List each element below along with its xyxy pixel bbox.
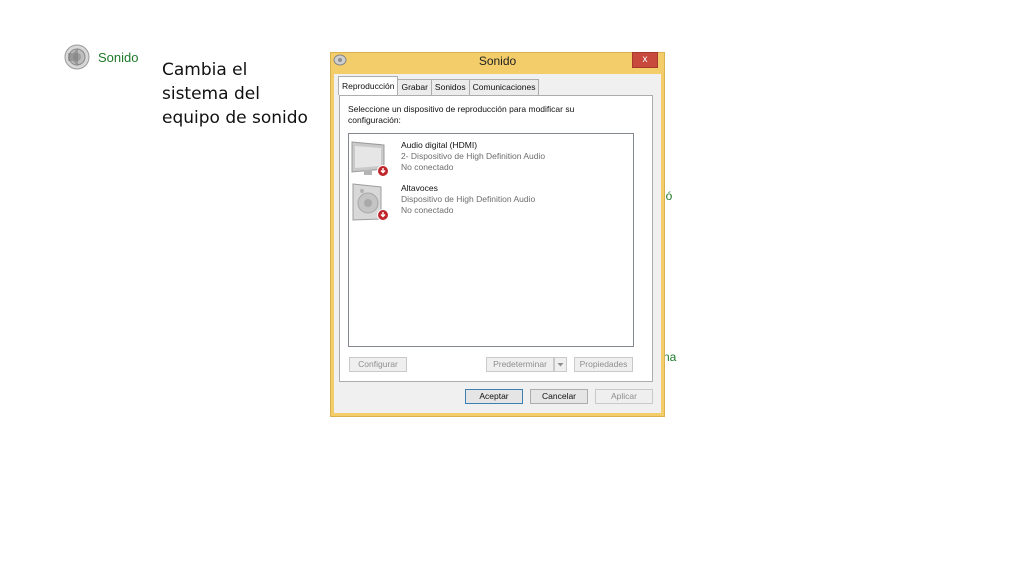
- close-button[interactable]: x: [632, 52, 658, 68]
- device-item-hdmi[interactable]: Audio digital (HDMI) 2- Dispositivo de H…: [351, 139, 621, 179]
- speaker-icon: [64, 44, 90, 70]
- tab-sonidos[interactable]: Sonidos: [430, 79, 470, 95]
- device-description: Dispositivo de High Definition Audio: [401, 194, 536, 204]
- tab-panel: Seleccione un dispositivo de reproducció…: [339, 95, 653, 382]
- configure-button[interactable]: Configurar: [349, 357, 407, 372]
- title-bar[interactable]: Sonido x: [331, 52, 664, 69]
- cancel-button[interactable]: Cancelar: [530, 389, 588, 404]
- sound-dialog: Sonido x Reproducción Grabar Sonidos Com…: [330, 52, 665, 417]
- tab-reproduccion[interactable]: Reproducción: [338, 76, 399, 95]
- set-default-button[interactable]: Predeterminar: [486, 357, 554, 372]
- apply-button[interactable]: Aplicar: [595, 389, 653, 404]
- tab-strip: Reproducción Grabar Sonidos Comunicacion…: [338, 76, 540, 95]
- sidebar-link-label: Sonido: [98, 49, 139, 65]
- device-status: No conectado: [401, 162, 454, 172]
- device-name: Altavoces: [401, 183, 438, 193]
- caption-text: Cambia el sistema del equipo de sonido: [162, 60, 308, 128]
- instructions-text: Seleccione un dispositivo de reproducció…: [348, 104, 575, 125]
- dialog-client-area: Reproducción Grabar Sonidos Comunicacion…: [334, 74, 661, 413]
- device-description: 2- Dispositivo de High Definition Audio: [401, 151, 546, 161]
- ok-button[interactable]: Aceptar: [465, 389, 523, 404]
- background-text-fragment: na: [663, 350, 677, 364]
- device-status: No conectado: [401, 205, 454, 215]
- device-item-altavoces[interactable]: Altavoces Dispositivo de High Definition…: [351, 182, 621, 222]
- tab-comunicaciones[interactable]: Comunicaciones: [468, 79, 540, 95]
- properties-button[interactable]: Propiedades: [574, 357, 633, 372]
- sidebar-link-sonido[interactable]: Sonido: [64, 44, 138, 70]
- device-list[interactable]: Audio digital (HDMI) 2- Dispositivo de H…: [348, 133, 634, 347]
- set-default-dropdown[interactable]: [554, 357, 567, 372]
- close-icon: x: [642, 54, 648, 65]
- tab-grabar[interactable]: Grabar: [397, 79, 432, 95]
- device-name: Audio digital (HDMI): [401, 140, 478, 150]
- speaker-device-icon: [352, 183, 389, 221]
- dialog-title: Sonido: [478, 54, 517, 68]
- monitor-icon: [351, 141, 389, 177]
- chevron-down-icon: [557, 363, 564, 367]
